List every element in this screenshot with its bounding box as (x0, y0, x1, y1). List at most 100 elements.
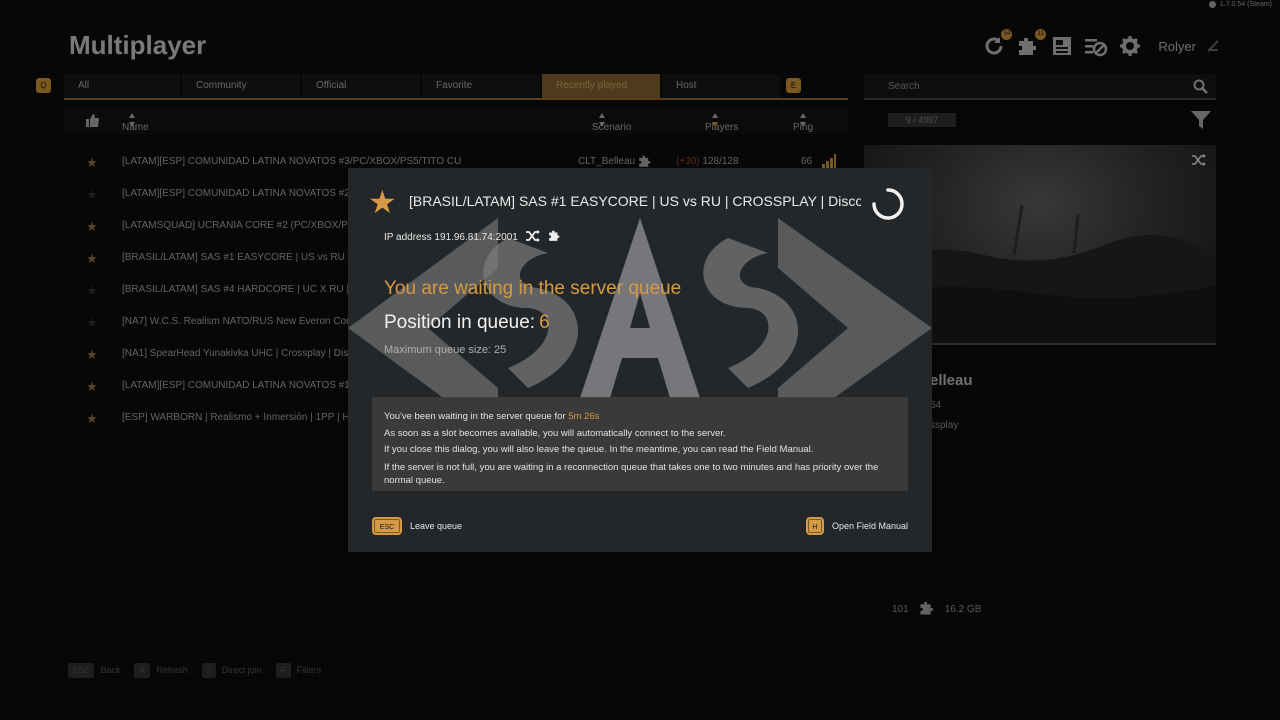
queue-count: (+30) (676, 156, 700, 167)
username[interactable]: Rolyer (1158, 39, 1196, 54)
column-ping[interactable]: Ping (793, 113, 813, 133)
mods-icon[interactable]: 11 (1016, 29, 1047, 58)
leave-queue-button[interactable]: ESC Leave queue (372, 517, 462, 535)
server-queue-dialog: ★ [BRASIL/LATAM] SAS #1 EASYCORE | US vs… (348, 168, 932, 552)
header-toolbar: 54 11 Rolyer (982, 29, 1220, 58)
steam-icon (1208, 1, 1216, 8)
field-manual-key: H (805, 517, 824, 535)
version-label: 1.7.0.54 (Steam) (1208, 1, 1272, 8)
version-text: 1.7.0.54 (Steam) (1219, 1, 1272, 8)
tab-favorite[interactable]: Favorite (422, 74, 540, 98)
favorite-star-icon[interactable]: ★ (86, 347, 98, 363)
refresh-icon[interactable]: 54 (982, 29, 1013, 58)
search-icon[interactable] (1193, 79, 1208, 99)
queue-info-box: You've been waiting in the server queue … (372, 397, 908, 491)
server-scenario: CLT_Belleau (578, 156, 636, 167)
tab-all[interactable]: All (64, 74, 180, 98)
sort-desc-icon (712, 113, 718, 127)
favorite-star-icon[interactable]: ★ (86, 283, 98, 299)
favorite-star-icon[interactable]: ★ (86, 155, 98, 171)
server-name: [NA1] SpearHead Yunakivka UHC | Crosspla… (122, 348, 352, 359)
tab-bar: Q All Community Official Favorite Recent… (36, 74, 848, 102)
queue-position: Position in queue: 6 (384, 312, 550, 334)
footer-filters[interactable]: F Filters (275, 663, 322, 678)
server-name: [BRASIL/LATAM] SAS #1 EASYCORE | US vs R… (122, 252, 352, 263)
favorite-star-icon[interactable]: ★ (86, 187, 98, 203)
queue-position-label: Position in queue: (384, 312, 536, 333)
favorite-star-icon[interactable]: ★ (368, 186, 397, 218)
detail-mod-count: 101 (892, 604, 909, 615)
detail-platform: ssplay (930, 420, 959, 431)
wait-time-prefix: You've been waiting in the server queue … (384, 411, 566, 422)
favorite-star-icon[interactable]: ★ (86, 315, 98, 331)
dialog-footer: ESC Leave queue H Open Field Manual (372, 517, 908, 539)
footer-refresh[interactable]: R Refresh (134, 663, 188, 678)
server-list-header: Name Scenario Players Ping (64, 108, 848, 134)
favorite-star-icon[interactable]: ★ (86, 251, 98, 267)
tab-recently-played[interactable]: Recently played (542, 74, 660, 98)
filters-key: F (275, 663, 291, 678)
tab-next-key: E (786, 78, 801, 93)
refresh-key: R (134, 663, 151, 678)
shuffle-icon[interactable] (1192, 153, 1206, 171)
tab-host[interactable]: Host (662, 74, 780, 98)
server-name: [LATAM][ESP] COMUNIDAD LATINA NOVATOS #1… (122, 380, 352, 391)
column-players[interactable]: Players (705, 113, 738, 133)
favorite-star-icon[interactable]: ★ (86, 379, 98, 395)
tab-prev-key: Q (36, 78, 51, 93)
favorite-star-icon[interactable]: ★ (86, 219, 98, 235)
dialog-server-name: [BRASIL/LATAM] SAS #1 EASYCORE | US vs R… (409, 193, 861, 209)
refresh-badge: 54 (1001, 29, 1013, 40)
detail-stats: 101 16.2 GB (892, 600, 981, 619)
footer-direct-join[interactable]: J Direct join (201, 663, 262, 678)
tab-community[interactable]: Community (182, 74, 300, 98)
detail-scenario-title: elleau (930, 372, 973, 389)
gear-icon[interactable] (1118, 34, 1142, 58)
back-label: Back (100, 665, 121, 675)
favorite-star-icon[interactable]: ★ (86, 411, 98, 427)
search-input[interactable] (864, 74, 1164, 98)
column-players-label: Players (705, 122, 739, 133)
column-name[interactable]: Name (122, 113, 149, 133)
footer-hints: ESC Back R Refresh J Direct join F Filters (68, 663, 321, 678)
direct-join-key: J (201, 663, 216, 678)
direct-join-label: Direct join (221, 665, 262, 675)
mods-badge: 11 (1035, 29, 1047, 40)
server-name: [ESP] WARBORN | Realismo + Inmersión | 1… (122, 412, 352, 423)
wait-time-value: 5m 26s (568, 411, 600, 422)
server-name: [NA7] W.C.S. Realism NATO/RUS New Everon… (122, 316, 352, 327)
field-manual-label: Open Field Manual (831, 521, 908, 531)
tab-official[interactable]: Official (302, 74, 420, 98)
column-scenario[interactable]: Scenario (592, 113, 631, 133)
loading-spinner-icon (872, 188, 904, 220)
search-box (864, 74, 1216, 100)
info-slot-line: As soon as a slot becomes available, you… (384, 427, 726, 439)
refresh-label: Refresh (156, 665, 188, 675)
queue-status-heading: You are waiting in the server queue (384, 278, 682, 299)
filter-icon[interactable] (1190, 110, 1212, 135)
info-close-line: If you close this dialog, you will also … (384, 444, 814, 455)
server-ping: 66 (801, 156, 813, 167)
profile-icon[interactable] (1206, 39, 1220, 53)
filters-label: Filters (296, 665, 322, 675)
server-name: [LATAMSQUAD] UCRANIA CORE #2 (PC/XBOX/PS… (122, 220, 352, 231)
sort-icon (800, 113, 806, 127)
ip-row: IP address 191.96.81.74:2001 (384, 229, 561, 245)
max-queue-size: Maximum queue size: 25 (384, 344, 507, 356)
info-reconnect-line: If the server is not full, you are waiti… (384, 461, 879, 486)
sort-icon (129, 113, 135, 127)
server-name: [LATAM][ESP] COMUNIDAD LATINA NOVATOS #3… (122, 156, 462, 167)
footer-back[interactable]: ESC Back (68, 663, 120, 678)
news-icon[interactable] (1050, 34, 1074, 58)
wait-time-line: You've been waiting in the server queue … (384, 409, 896, 426)
mods-icon (548, 229, 561, 245)
server-name: [LATAM][ESP] COMUNIDAD LATINA NOVATOS #2… (122, 188, 352, 199)
open-field-manual-button[interactable]: H Open Field Manual (805, 517, 908, 535)
block-list-icon[interactable] (1084, 34, 1108, 58)
server-players: (+30) 128/128 (676, 156, 739, 167)
player-count: 128/128 (702, 156, 739, 167)
ip-address: IP address 191.96.81.74:2001 (384, 231, 518, 243)
thumbs-up-icon[interactable] (86, 114, 100, 130)
queue-position-value: 6 (539, 312, 550, 333)
leave-queue-key: ESC (372, 517, 402, 535)
